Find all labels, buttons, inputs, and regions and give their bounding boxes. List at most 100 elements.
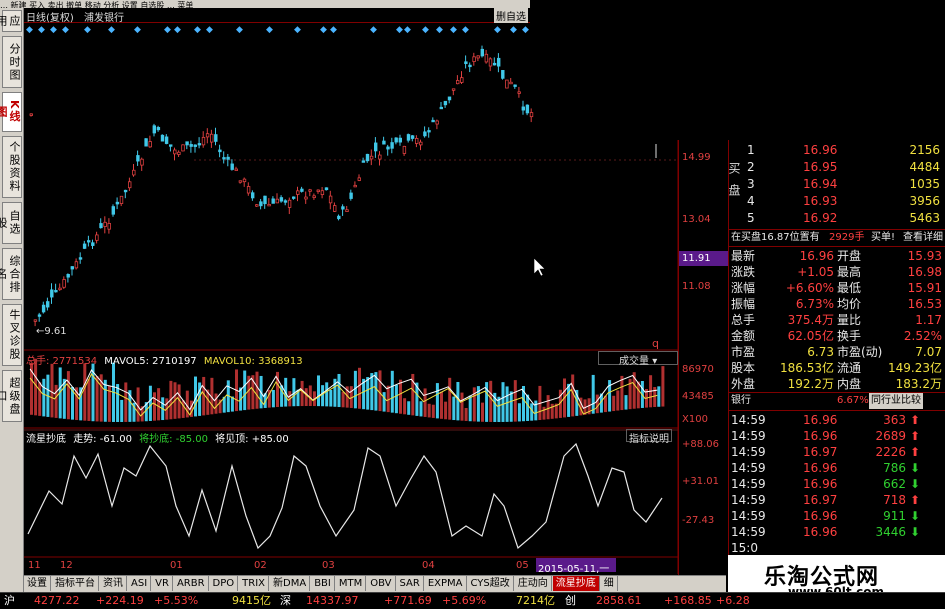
period-label[interactable]: 日线(复权) xyxy=(26,9,74,24)
candle-body xyxy=(320,190,325,196)
volume-bar xyxy=(83,363,87,421)
order-alert[interactable]: 在买盘16.87位置有 2929手 买单! 查看详细 xyxy=(729,230,945,246)
bid-volume: 4484 xyxy=(909,160,940,174)
date-label: 12 xyxy=(60,560,73,571)
arrow-up-icon: ⬆ xyxy=(909,429,920,443)
volume-bar xyxy=(464,408,468,421)
volume-indicator-select[interactable]: 成交量 ▾ xyxy=(598,351,678,367)
volume-bar xyxy=(448,377,452,420)
indicator-tab[interactable]: 指标平台 xyxy=(52,576,99,591)
bid-row[interactable]: 3 16.94 1035 xyxy=(729,176,945,192)
industry-compare-button[interactable]: 同行业比较 xyxy=(869,393,923,409)
indicator-tab[interactable]: EXPMA xyxy=(425,576,467,591)
bid-row[interactable]: 1 16.96 2156 xyxy=(729,142,945,158)
indicator-tab[interactable]: 资讯 xyxy=(100,576,127,591)
volume-bar xyxy=(460,392,464,421)
candle-body xyxy=(74,261,79,269)
stat-key: 金额 xyxy=(731,329,756,343)
candle-body xyxy=(410,135,415,139)
candle-body xyxy=(66,274,70,278)
remove-watch-button[interactable]: 删自选 xyxy=(494,8,528,23)
top-menu-bar[interactable]: … 新建 买入 卖出 撤单 移动 分析 设置 自选股 … 菜单 xyxy=(0,0,530,8)
sz-label: 深 xyxy=(280,594,291,607)
indicator-tab[interactable]: OBV xyxy=(367,576,396,591)
right-axis-border xyxy=(678,140,728,580)
indicator-tab[interactable]: CYS超改 xyxy=(468,576,514,591)
indicator-help-button[interactable]: 指标说明 xyxy=(626,429,672,445)
indicator-tab[interactable]: TRIX xyxy=(239,576,270,591)
candle-body xyxy=(419,141,423,146)
volume-bar xyxy=(54,384,58,418)
candle-body xyxy=(62,279,66,288)
stat-row: 涨幅 +6.60% 最低 15.91 xyxy=(729,280,945,296)
tick-row: 14:59 16.96 2689 ⬆ xyxy=(729,428,945,444)
indicator-tab[interactable]: ASI xyxy=(128,576,152,591)
indicator-tab[interactable]: 流星抄底 xyxy=(552,576,600,591)
indicator-tab[interactable]: SAR xyxy=(397,576,424,591)
candle-body xyxy=(308,189,312,192)
volume-bar xyxy=(616,390,620,411)
signal-diamond-icon: ◆ xyxy=(320,25,327,35)
candle-body xyxy=(296,190,300,195)
indicator-tab[interactable]: 设置 xyxy=(24,576,51,591)
volume-bar xyxy=(304,388,308,407)
stat-row: 振幅 6.73% 均价 16.53 xyxy=(729,296,945,312)
bid-row[interactable]: 2 16.95 4484 xyxy=(729,159,945,175)
candle-body xyxy=(484,53,489,63)
industry-percent: 6.67% xyxy=(837,395,869,406)
indicator-tab[interactable]: VR xyxy=(152,576,173,591)
left-tab-6[interactable]: 综合排名 xyxy=(0,248,22,300)
mavol10: MAVOL10: 3368913 xyxy=(203,356,303,367)
left-tab-4[interactable]: 个股资料 xyxy=(2,136,22,198)
indicator-tab[interactable]: 细 xyxy=(601,576,618,591)
candle-body xyxy=(45,301,50,308)
candle-body xyxy=(525,104,530,114)
indicator-tab[interactable]: DPO xyxy=(210,576,239,591)
volume-bar xyxy=(271,389,275,408)
candle-body xyxy=(238,180,243,183)
candle-body xyxy=(140,158,144,166)
kline-chart-area[interactable] xyxy=(24,36,678,574)
tick-time: 15:0 xyxy=(731,541,758,555)
candle-body xyxy=(128,181,132,189)
candle-body xyxy=(513,84,517,87)
indicator-tab[interactable]: 新DMA xyxy=(270,576,311,591)
stat-value: 15.93 xyxy=(907,249,942,263)
bid-row[interactable]: 4 16.93 3956 xyxy=(729,193,945,209)
candle-body xyxy=(234,168,238,171)
indicator-tab[interactable]: ARBR xyxy=(174,576,209,591)
left-tab-8[interactable]: 超级盘口 xyxy=(0,370,22,422)
left-tab-5[interactable]: 自选股 xyxy=(0,202,22,244)
stat-key: 内盘 xyxy=(837,377,862,391)
candle-body xyxy=(144,138,148,147)
volume-bar xyxy=(337,373,341,408)
volume-bar xyxy=(390,370,394,413)
stock-name: 浦发银行 xyxy=(84,13,124,24)
volume-bar xyxy=(148,385,152,421)
indicator-tab[interactable]: BBI xyxy=(311,576,335,591)
left-tab-3[interactable]: K线图 xyxy=(0,92,22,132)
stat-value: 1.17 xyxy=(915,313,942,327)
cy-label: 创 xyxy=(565,594,576,607)
industry-row[interactable]: 银行 6.67% 同行业比较 xyxy=(729,393,945,409)
candle-body xyxy=(263,195,267,205)
bid-row[interactable]: 5 16.92 5463 xyxy=(729,210,945,226)
candle-body xyxy=(197,143,202,146)
candle-body xyxy=(230,163,234,170)
candle-body xyxy=(447,96,452,101)
indicator-tab[interactable]: 庄动向 xyxy=(515,576,552,591)
candle-body xyxy=(373,142,378,152)
candle-body xyxy=(435,120,439,125)
volume-bar xyxy=(153,392,156,421)
left-tab-1[interactable]: 应用 xyxy=(0,10,22,32)
signal-diamond-icon: ◆ xyxy=(294,25,301,35)
candle-body xyxy=(58,287,62,291)
tick-volume: 718 xyxy=(883,493,906,507)
volume-bar xyxy=(66,371,70,420)
candle-body xyxy=(505,79,509,89)
left-tab-7[interactable]: 牛叉诊股 xyxy=(2,304,22,366)
left-tab-2[interactable]: 分时图 xyxy=(2,36,22,88)
volume-bar xyxy=(214,393,218,414)
indicator-tab[interactable]: MTM xyxy=(336,576,367,591)
bid-price: 16.96 xyxy=(803,143,838,157)
